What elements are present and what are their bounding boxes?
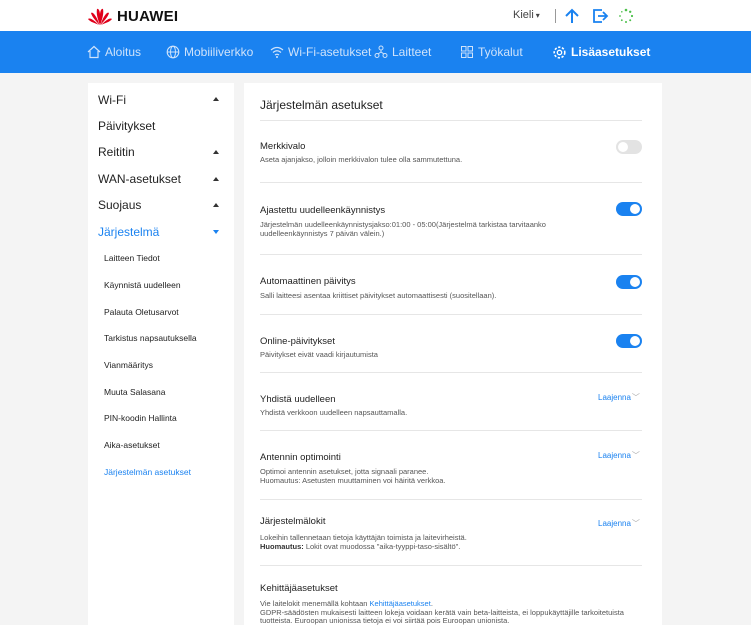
setting-title-automatic-update: Automaattinen päivitys xyxy=(260,276,356,287)
divider xyxy=(260,182,642,183)
sidebar-subitem-system-settings[interactable]: Järjestelmän asetukset xyxy=(104,467,191,477)
globe-icon xyxy=(166,45,180,59)
setting-title-reconnect: Yhdistä uudelleen xyxy=(260,394,336,405)
main-nav: Aloitus Mobiiliverkko Wi-Fi-asetukset La… xyxy=(0,31,751,73)
automatic-update-toggle[interactable] xyxy=(616,275,642,289)
nav-label: Mobiiliverkko xyxy=(184,45,254,59)
chevron-down-icon: ﹀ xyxy=(631,519,640,528)
setting-title-indicator-light: Merkkivalo xyxy=(260,141,306,152)
nav-home[interactable]: Aloitus xyxy=(87,31,141,73)
logout-icon[interactable] xyxy=(591,7,609,25)
setting-title-online-updates: Online-päivitykset xyxy=(260,336,335,347)
toggle-knob xyxy=(630,204,640,214)
setting-desc: Optimoi antennin asetukset, jotta signaa… xyxy=(260,467,550,485)
chevron-down-icon[interactable] xyxy=(213,230,219,234)
divider xyxy=(260,372,642,373)
toggle-knob xyxy=(630,336,640,346)
divider xyxy=(260,314,642,315)
sidebar-subitem-time-settings[interactable]: Aika-asetukset xyxy=(104,440,160,450)
sidebar-subitem-diagnostics[interactable]: Vianmääritys xyxy=(104,360,153,370)
nav-wifi-settings[interactable]: Wi-Fi-asetukset xyxy=(270,31,371,73)
sidebar-item-updates[interactable]: Päivitykset xyxy=(98,119,155,133)
divider xyxy=(260,499,642,500)
sidebar: Wi-Fi Päivitykset Reititin WAN-asetukset… xyxy=(88,83,234,625)
upload-arrow-icon[interactable] xyxy=(563,7,581,25)
setting-note: Huomautus: Asetusten muuttaminen voi häi… xyxy=(260,475,446,485)
nav-mobile-network[interactable]: Mobiiliverkko xyxy=(166,31,253,73)
setting-title-scheduled-restart: Ajastettu uudelleenkäynnistys xyxy=(260,205,386,216)
setting-note-label: Huomautus: xyxy=(260,541,304,551)
language-label: Kieli xyxy=(513,9,534,21)
expand-label: Laajenna xyxy=(598,393,631,402)
setting-desc: Järjestelmän uudelleenkäynnistysjakso:01… xyxy=(260,220,546,238)
nav-label: Aloitus xyxy=(105,45,142,59)
gear-icon xyxy=(553,45,566,59)
setting-note: GDPR-säädösten mukaisesti laitteen lokej… xyxy=(260,607,624,625)
page-title: Järjestelmän asetukset xyxy=(260,98,383,112)
sidebar-item-router[interactable]: Reititin xyxy=(98,145,135,159)
chevron-up-icon[interactable] xyxy=(213,203,219,207)
sidebar-subitem-change-password[interactable]: Muuta Salasana xyxy=(104,387,165,397)
chevron-down-icon: ﹀ xyxy=(631,451,640,460)
online-updates-toggle[interactable] xyxy=(616,334,642,348)
sidebar-subitem-factory-reset[interactable]: Palauta Oletusarvot xyxy=(104,307,179,317)
setting-desc: Vie laitelokit menemällä kohtaan Kehittä… xyxy=(260,599,635,625)
toggle-knob xyxy=(618,142,628,152)
divider xyxy=(555,9,556,23)
toggle-knob xyxy=(630,277,640,287)
indicator-light-toggle[interactable] xyxy=(616,140,642,154)
divider xyxy=(260,120,642,121)
brand-name: HUAWEI xyxy=(117,7,179,25)
nav-label: Wi-Fi-asetukset xyxy=(288,45,372,59)
sidebar-subitem-pin-management[interactable]: PIN-koodin Hallinta xyxy=(104,413,177,423)
divider xyxy=(260,430,642,431)
nav-label: Laitteet xyxy=(392,45,432,59)
setting-desc: Salli laitteesi asentaa kriittiset päivi… xyxy=(260,291,497,300)
setting-desc: Lokeihin tallennetaan tietoja käyttäjän … xyxy=(260,533,550,551)
expand-label: Laajenna xyxy=(598,451,631,460)
language-selector[interactable]: Kieli ▾ xyxy=(513,9,540,21)
sidebar-subitem-restart[interactable]: Käynnistä uudelleen xyxy=(104,280,181,290)
main-panel: Järjestelmän asetukset Merkkivalo Aseta … xyxy=(244,83,662,625)
expand-label: Laajenna xyxy=(598,519,631,528)
divider xyxy=(260,565,642,566)
scheduled-restart-toggle[interactable] xyxy=(616,202,642,216)
chevron-up-icon[interactable] xyxy=(213,177,219,181)
setting-desc: Päivitykset eivät vaadi kirjautumista xyxy=(260,350,378,359)
setting-title-system-logs: Järjestelmälokit xyxy=(260,516,326,527)
sidebar-item-security[interactable]: Suojaus xyxy=(98,198,141,212)
sidebar-item-wifi[interactable]: Wi-Fi xyxy=(98,93,126,107)
wifi-icon xyxy=(270,46,284,58)
huawei-petal-icon xyxy=(87,6,113,26)
chevron-down-icon: ﹀ xyxy=(631,393,640,402)
nav-advanced-settings[interactable]: Lisäasetukset xyxy=(552,31,650,73)
devices-icon xyxy=(374,45,388,58)
divider xyxy=(260,254,642,255)
top-bar: HUAWEI Kieli ▾ xyxy=(0,0,751,31)
setting-desc: Yhdistä verkkoon uudelleen napsauttamall… xyxy=(260,408,408,417)
nav-devices[interactable]: Laitteet xyxy=(374,31,431,73)
nav-label: Lisäasetukset xyxy=(571,45,651,59)
huawei-logo[interactable]: HUAWEI xyxy=(87,6,178,26)
setting-title-antenna-optimization: Antennin optimointi xyxy=(260,452,341,463)
expand-antenna-button[interactable]: Laajenna﹀ xyxy=(598,450,640,461)
chevron-up-icon[interactable] xyxy=(213,150,219,154)
expand-system-logs-button[interactable]: Laajenna﹀ xyxy=(598,518,640,529)
home-icon xyxy=(87,45,101,59)
tools-icon xyxy=(461,46,473,58)
chevron-down-icon: ▾ xyxy=(535,11,540,20)
nav-label: Työkalut xyxy=(478,45,523,59)
nav-tools[interactable]: Työkalut xyxy=(460,31,523,73)
setting-note: Lokit ovat muodossa "aika-tyyppi-taso-si… xyxy=(303,541,461,551)
chevron-up-icon[interactable] xyxy=(213,97,219,101)
sidebar-subitem-device-info[interactable]: Laitteen Tiedot xyxy=(104,253,160,263)
setting-desc: Aseta ajanjakso, jolloin merkkivalon tul… xyxy=(260,155,463,164)
loading-spinner-icon xyxy=(617,7,635,25)
setting-title-developer-settings: Kehittäjäasetukset xyxy=(260,583,338,594)
sidebar-subitem-one-click-check[interactable]: Tarkistus napsautuksella xyxy=(104,333,197,343)
sidebar-item-wan-settings[interactable]: WAN-asetukset xyxy=(98,172,181,186)
sidebar-item-system[interactable]: Järjestelmä xyxy=(98,225,159,239)
expand-reconnect-button[interactable]: Laajenna﹀ xyxy=(598,392,640,403)
